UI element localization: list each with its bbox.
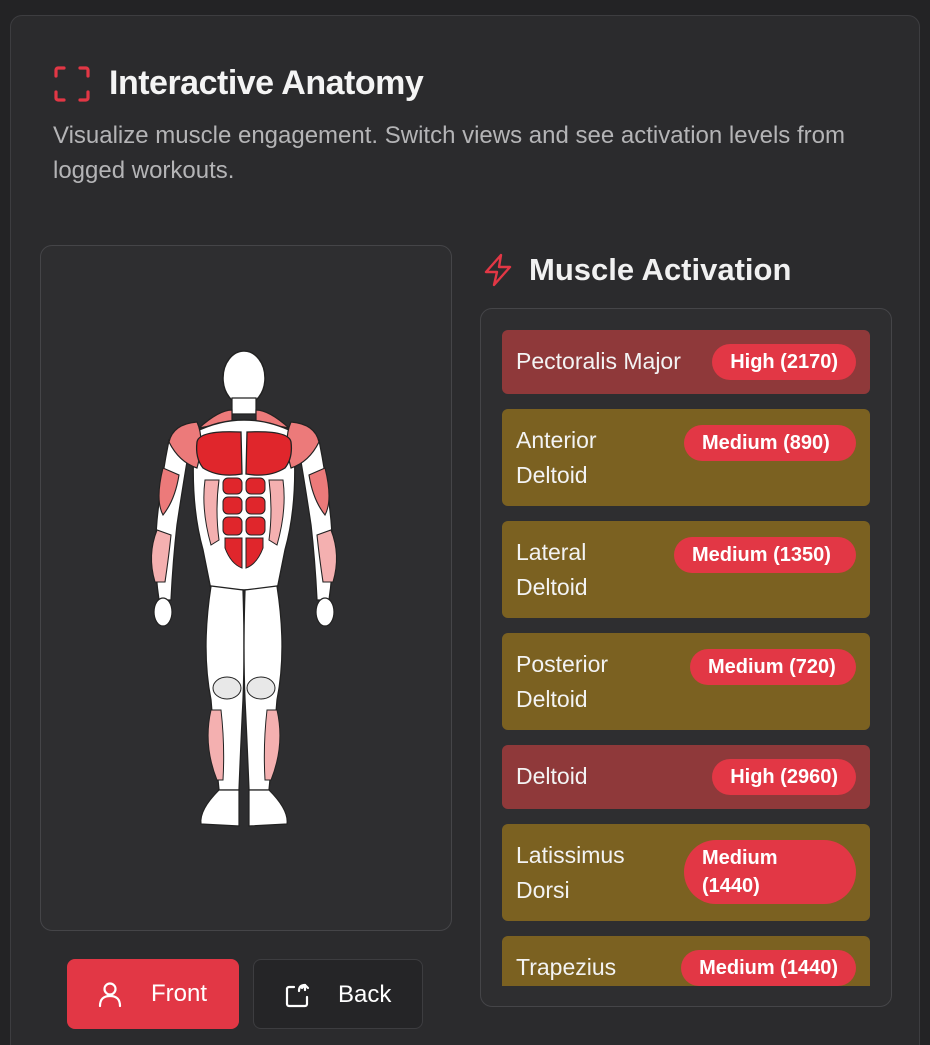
activation-item-anterior-deltoid[interactable]: Anterior Deltoid Medium (890) <box>502 409 870 506</box>
activation-item-pectoralis-major[interactable]: Pectoralis Major High (2170) <box>502 330 870 394</box>
muscle-name: Posterior Deltoid <box>516 651 609 712</box>
activation-badge: Medium (1440) <box>681 950 856 986</box>
page-subtitle: Visualize muscle engagement. Switch view… <box>53 122 845 184</box>
page-title: Interactive Anatomy <box>109 64 424 102</box>
muscle-name: Deltoid <box>516 763 588 789</box>
back-view-button[interactable]: Back <box>253 959 423 1029</box>
activation-header: Muscle Activation <box>481 252 791 288</box>
user-icon <box>98 982 122 1007</box>
activation-item-latissimus-dorsi[interactable]: Latissimus Dorsi Medium (1440) <box>502 824 870 921</box>
activation-badge: Medium (890) <box>684 425 856 461</box>
rotate-back-icon <box>285 983 310 1008</box>
activation-badge: Medium (1440) <box>684 840 856 904</box>
back-view-label: Back <box>338 981 392 1008</box>
muscle-name: Anterior Deltoid <box>516 427 597 488</box>
activation-badge: High (2170) <box>712 344 856 380</box>
anatomy-figure-panel <box>40 245 452 931</box>
front-view-label: Front <box>151 980 208 1007</box>
activation-badge: High (2960) <box>712 759 856 795</box>
activation-badge: Medium (1350) <box>674 537 856 573</box>
lightning-bolt-icon <box>484 253 512 287</box>
muscle-name: Lateral Deltoid <box>516 539 588 600</box>
activation-item-lateral-deltoid[interactable]: Lateral Deltoid Medium (1350) <box>502 521 870 618</box>
activation-badge: Medium (720) <box>690 649 856 685</box>
activation-title: Muscle Activation <box>529 252 792 287</box>
activation-item-trapezius[interactable]: Trapezius Medium (1440) <box>502 936 870 986</box>
body-figure[interactable] <box>139 350 349 830</box>
muscle-name: Pectoralis Major <box>516 348 681 374</box>
activation-item-posterior-deltoid[interactable]: Posterior Deltoid Medium (720) <box>502 633 870 730</box>
muscle-name: Latissimus Dorsi <box>516 842 625 903</box>
activation-item-deltoid[interactable]: Deltoid High (2960) <box>502 745 870 809</box>
card-header: Interactive Anatomy <box>53 64 424 103</box>
activation-panel[interactable]: Pectoralis Major High (2170) Anterior De… <box>480 308 892 1007</box>
front-view-button[interactable]: Front <box>67 959 239 1029</box>
activation-list[interactable]: Pectoralis Major High (2170) Anterior De… <box>502 330 870 986</box>
scan-frame-icon <box>54 65 90 102</box>
muscle-name: Trapezius <box>516 954 617 980</box>
anatomy-card: Interactive Anatomy Visualize muscle eng… <box>10 15 920 1045</box>
